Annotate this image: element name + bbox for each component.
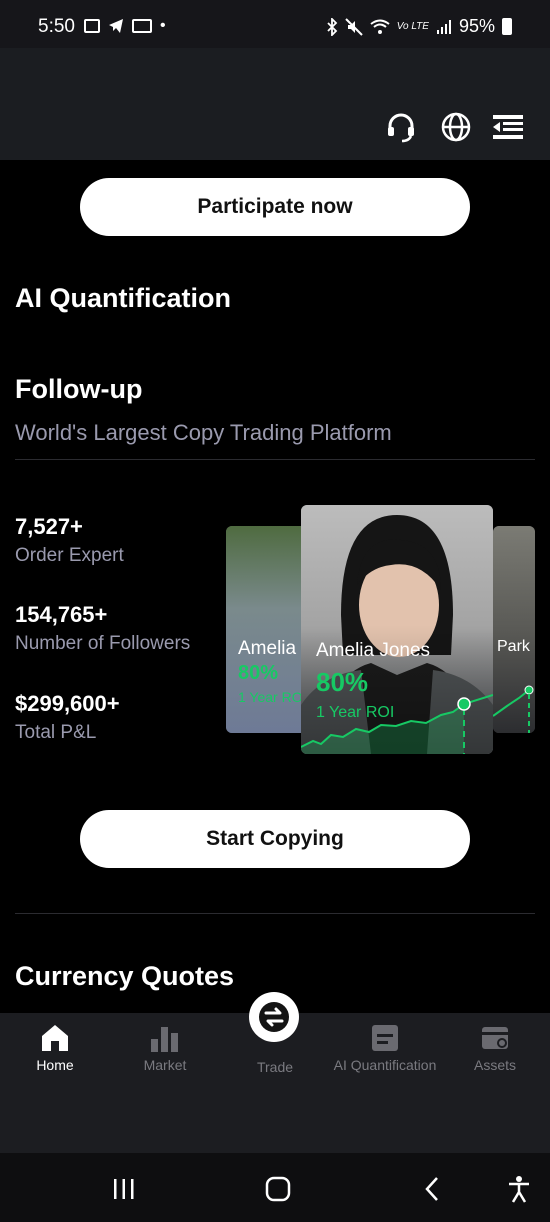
divider xyxy=(15,459,535,460)
back-icon[interactable] xyxy=(423,1176,443,1202)
bar-chart-icon xyxy=(151,1027,178,1052)
nav-label-market: Market xyxy=(143,1057,187,1073)
stat-label-followers: Number of Followers xyxy=(15,633,191,654)
nav-label-assets: Assets xyxy=(473,1057,516,1073)
recent-apps-icon[interactable] xyxy=(112,1177,136,1201)
trader-card-left[interactable]: Amelia Jones 80% 1 Year ROI xyxy=(226,526,306,733)
nav-trade[interactable]: Trade xyxy=(220,1059,330,1079)
telegram-icon xyxy=(109,19,123,33)
mute-icon xyxy=(345,17,363,36)
nav-label-home: Home xyxy=(36,1057,74,1073)
participate-now-button[interactable]: Participate now xyxy=(80,178,470,236)
nav-label-trade: Trade xyxy=(256,1059,294,1075)
nav-home[interactable]: Home xyxy=(0,1022,110,1082)
stat-value-experts: 7,527+ xyxy=(15,514,83,539)
nav-market[interactable]: Market xyxy=(110,1022,220,1082)
divider xyxy=(15,913,535,914)
document-icon xyxy=(372,1025,398,1051)
wifi-icon xyxy=(370,19,390,34)
swap-icon xyxy=(259,1002,289,1032)
wallet-icon xyxy=(482,1027,508,1049)
roi-chart xyxy=(493,685,534,733)
trader-name: Park xyxy=(497,638,530,655)
nav-ai-quantification[interactable]: AI Quantification xyxy=(330,1022,440,1082)
ai-quantification-title: AI Quantification xyxy=(15,283,231,313)
voicemail-icon xyxy=(132,19,152,33)
followup-subtitle: World's Largest Copy Trading Platform xyxy=(15,420,392,445)
headset-icon[interactable] xyxy=(384,110,418,144)
trader-name: Amelia Jones xyxy=(316,640,431,661)
trade-button[interactable] xyxy=(249,992,299,1042)
status-dot: • xyxy=(160,17,166,34)
status-notification-icons: • xyxy=(84,17,166,35)
currency-quotes-title: Currency Quotes xyxy=(15,961,235,991)
battery-icon xyxy=(502,18,512,35)
home-system-icon[interactable] xyxy=(265,1176,291,1202)
followup-title: Follow-up xyxy=(15,374,143,404)
roi-chart xyxy=(301,694,493,754)
stat-label-experts: Order Expert xyxy=(15,545,124,566)
home-icon xyxy=(42,1025,68,1051)
stat-label-pnl: Total P&L xyxy=(15,722,97,743)
trader-name: Amelia Jones xyxy=(238,638,306,659)
battery-percent: 95% xyxy=(458,16,495,36)
accessibility-icon[interactable] xyxy=(507,1175,531,1203)
bluetooth-icon xyxy=(327,17,337,36)
start-copying-button[interactable]: Start Copying xyxy=(80,810,470,868)
nav-assets[interactable]: Assets xyxy=(440,1022,550,1082)
signal-icon xyxy=(436,19,451,34)
nav-label-ai-quantification: AI Quantification xyxy=(333,1057,437,1073)
trader-card-right[interactable]: Park xyxy=(493,526,535,733)
image-icon xyxy=(84,19,100,33)
stat-value-followers: 154,765+ xyxy=(15,602,108,627)
trader-roi-percent: 80% xyxy=(238,662,279,684)
trader-card-main[interactable]: Amelia Jones 80% 1 Year ROI xyxy=(301,505,493,754)
globe-icon[interactable] xyxy=(439,110,473,144)
menu-icon[interactable] xyxy=(491,110,525,144)
trader-roi-label: 1 Year ROI xyxy=(238,689,306,705)
stat-value-pnl: $299,600+ xyxy=(15,691,120,716)
volte-label: Vo LTE xyxy=(396,21,429,32)
status-time: 5:50 xyxy=(38,16,75,37)
status-system-icons: Vo LTE 95% xyxy=(326,16,512,37)
